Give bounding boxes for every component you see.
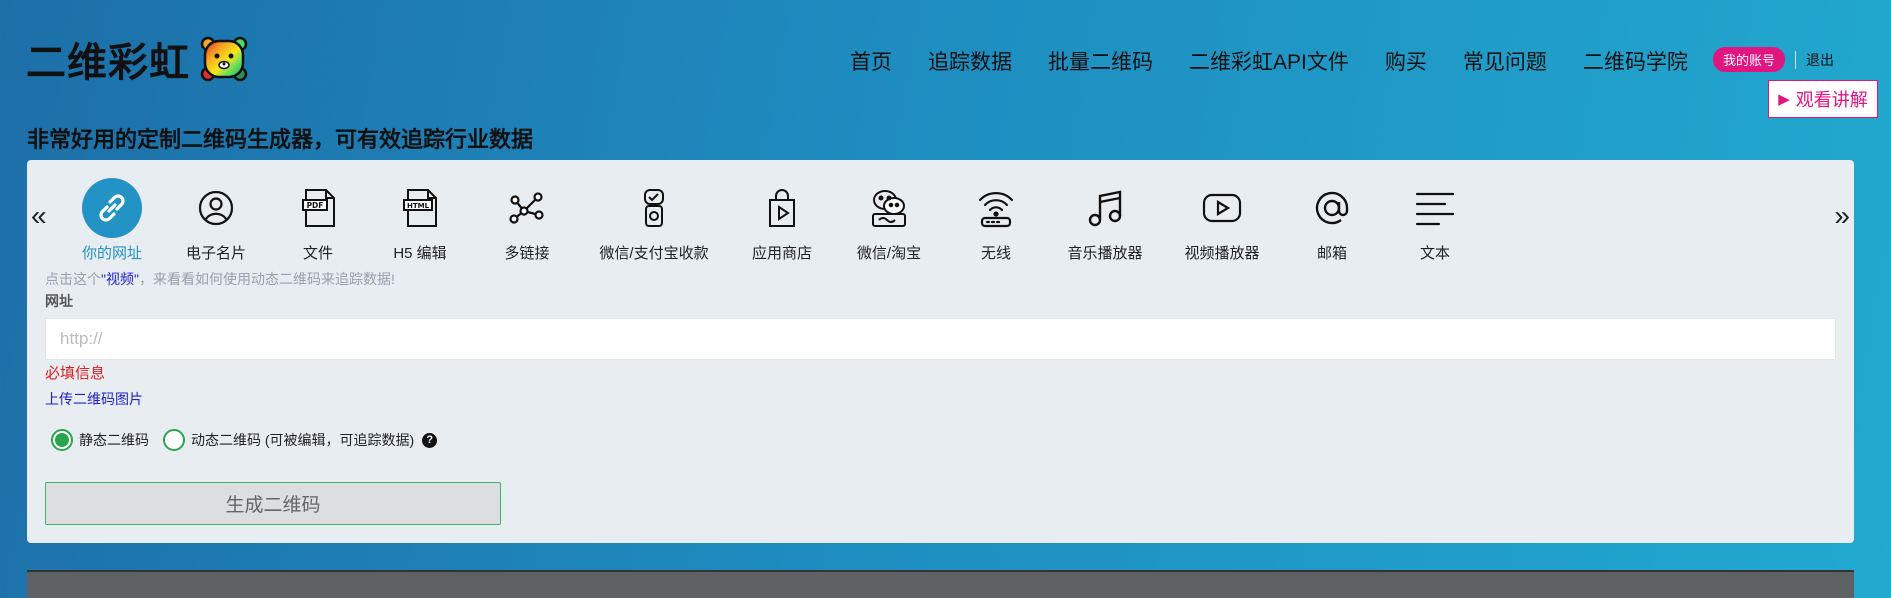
video-icon xyxy=(1192,178,1252,238)
play-icon: ▶ xyxy=(1778,91,1790,108)
hint-prefix: 点击这个 xyxy=(45,271,101,287)
main-nav: 首页 追踪数据 批量二维码 二维彩虹API文件 购买 常见问题 二维码学院 xyxy=(850,46,1724,76)
page-tagline: 非常好用的定制二维码生成器，可有效追踪行业数据 xyxy=(27,127,534,152)
nav-qr-academy[interactable]: 二维码学院 xyxy=(1583,46,1688,76)
nav-tracking-data[interactable]: 追踪数据 xyxy=(928,46,1012,76)
type-h5-label: H5 编辑 xyxy=(393,245,447,262)
rainbow-bear-logo-icon xyxy=(200,36,248,82)
dynamic-qr-radio[interactable] xyxy=(163,429,185,451)
video-hint: 点击这个"视频"，来看看如何使用动态二维码来追踪数据! xyxy=(45,269,395,289)
type-wechat-taobao-label: 微信/淘宝 xyxy=(856,245,922,262)
radio-selected-dot xyxy=(55,433,69,447)
link-icon xyxy=(82,178,142,238)
pdf-icon: PDF xyxy=(288,178,348,238)
upload-qr-image-link[interactable]: 上传二维码图片 xyxy=(45,389,143,409)
nav-faq[interactable]: 常见问题 xyxy=(1463,46,1547,76)
nav-home[interactable]: 首页 xyxy=(850,46,892,76)
logo-text: 二维彩虹 xyxy=(26,41,190,85)
type-music-player[interactable]: 音乐播放器 xyxy=(1040,178,1170,263)
type-multi-link[interactable]: 多链接 xyxy=(462,178,592,263)
email-icon xyxy=(1302,178,1362,238)
logout-link[interactable]: 退出 xyxy=(1806,50,1834,70)
type-text-label: 文本 xyxy=(1419,245,1450,262)
text-icon xyxy=(1405,178,1465,238)
generate-qr-button[interactable]: 生成二维码 xyxy=(45,482,501,525)
type-vcard-label: 电子名片 xyxy=(185,245,246,262)
type-app-store-label: 应用商店 xyxy=(751,245,812,262)
scroll-right-icon[interactable]: » xyxy=(1834,200,1850,232)
type-multi-link-label: 多链接 xyxy=(504,245,550,262)
nav-buy[interactable]: 购买 xyxy=(1385,46,1427,76)
user-icon xyxy=(186,178,246,238)
app-store-icon xyxy=(752,178,812,238)
help-icon[interactable]: ? xyxy=(422,432,438,448)
svg-text:PDF: PDF xyxy=(307,201,324,210)
watch-explanation-button[interactable]: ▶ 观看讲解 xyxy=(1768,80,1878,118)
my-account-button[interactable]: 我的账号 xyxy=(1713,47,1786,72)
type-email-label: 邮箱 xyxy=(1316,245,1347,262)
multi-link-icon xyxy=(497,178,557,238)
divider xyxy=(1795,50,1797,69)
watch-explanation-label: 观看讲解 xyxy=(1795,90,1868,110)
svg-text:HTML: HTML xyxy=(407,202,430,210)
payment-icon xyxy=(624,178,684,238)
type-video-player-label: 视频播放器 xyxy=(1184,245,1260,262)
html-icon: HTML xyxy=(390,178,450,238)
generator-panel: « » 你的网址 电子名片 PDF 文件 HTML H5 编辑 多链接 微信/支… xyxy=(27,160,1854,543)
type-url-label: 你的网址 xyxy=(81,245,142,262)
hint-suffix: ，来看看如何使用动态二维码来追踪数据! xyxy=(138,271,395,287)
type-payment[interactable]: 微信/支付宝收款 xyxy=(589,178,719,263)
dynamic-qr-label: 动态二维码 (可被编辑，可追踪数据) xyxy=(191,432,415,448)
wifi-icon xyxy=(966,178,1026,238)
type-text[interactable]: 文本 xyxy=(1370,178,1500,263)
nav-api-docs[interactable]: 二维彩虹API文件 xyxy=(1189,46,1349,76)
type-payment-label: 微信/支付宝收款 xyxy=(599,245,709,262)
nav-batch-qr[interactable]: 批量二维码 xyxy=(1048,46,1153,76)
wechat-icon xyxy=(859,178,919,238)
type-wifi-label: 无线 xyxy=(980,245,1011,262)
qr-type-selector: 你的网址 电子名片 PDF 文件 HTML H5 编辑 多链接 微信/支付宝收款… xyxy=(27,178,1527,262)
logo[interactable]: 二维彩虹 xyxy=(26,30,248,88)
qr-mode-radios: 静态二维码 动态二维码 (可被编辑，可追踪数据) ? xyxy=(51,429,438,451)
preview-panel xyxy=(27,570,1854,598)
url-input[interactable] xyxy=(45,318,1836,360)
music-icon xyxy=(1075,178,1135,238)
static-qr-radio[interactable] xyxy=(51,429,73,451)
static-qr-label: 静态二维码 xyxy=(79,432,149,448)
required-error: 必填信息 xyxy=(45,365,106,382)
type-file-label: 文件 xyxy=(302,245,333,262)
account-area: 我的账号 退出 xyxy=(1713,47,1834,72)
type-music-player-label: 音乐播放器 xyxy=(1067,245,1143,262)
url-field-label: 网址 xyxy=(45,293,73,309)
hint-video-link[interactable]: "视频" xyxy=(101,271,139,287)
